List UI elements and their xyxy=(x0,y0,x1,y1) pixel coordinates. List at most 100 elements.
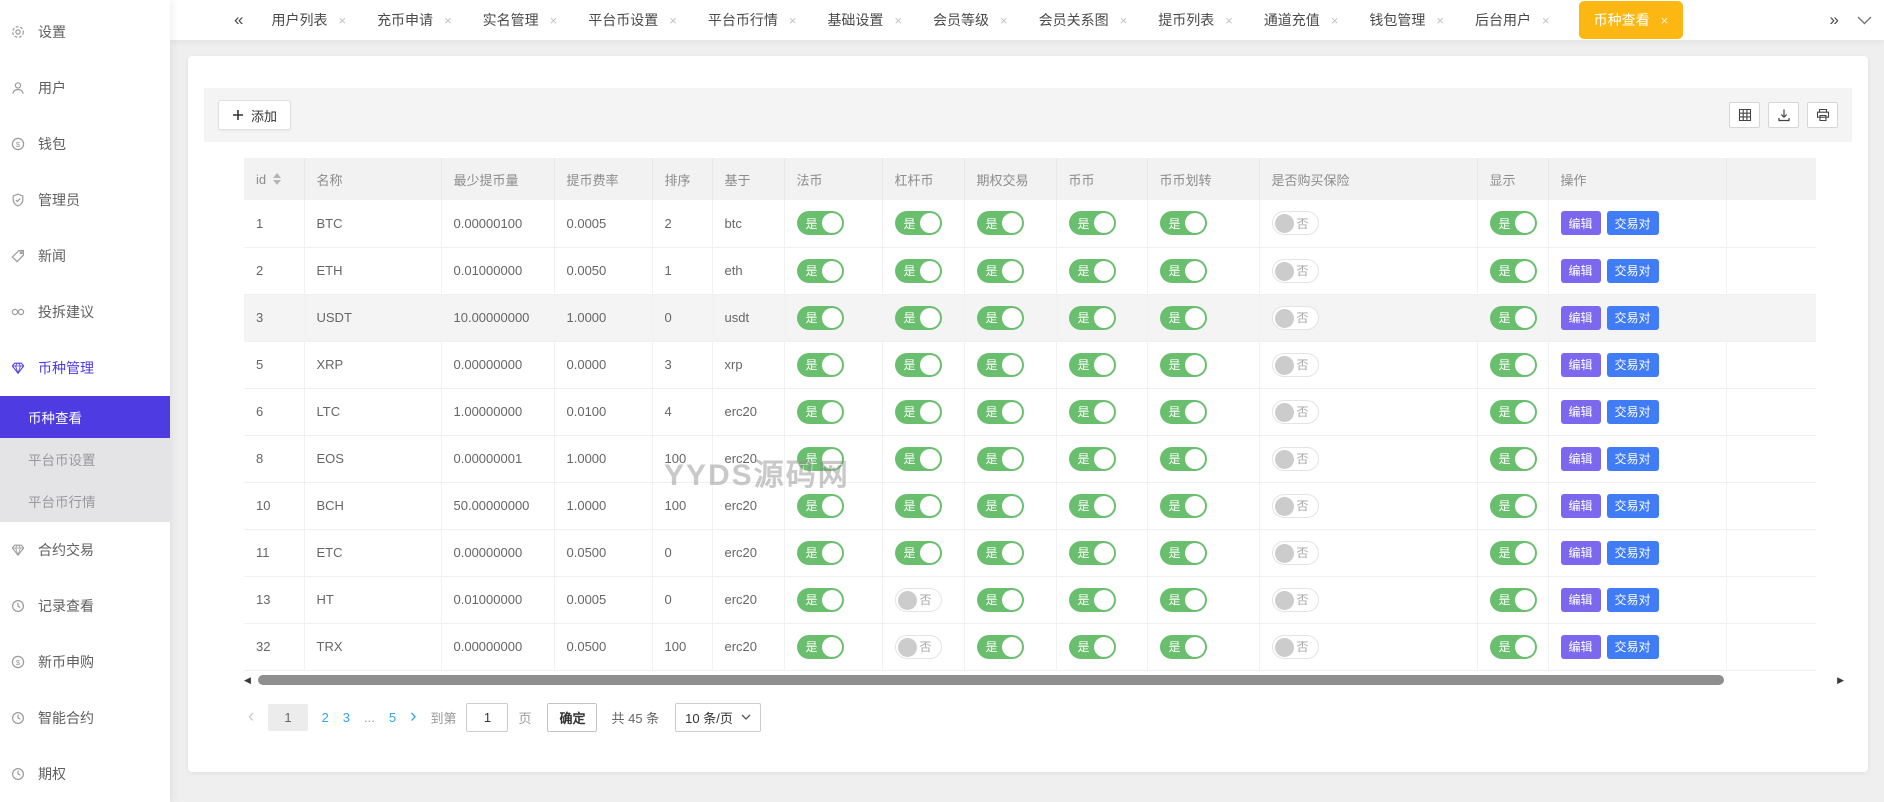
trading-pair-button[interactable]: 交易对 xyxy=(1607,259,1659,283)
toggle-on[interactable]: 是 xyxy=(1160,447,1207,471)
tabs-scroll-left-icon[interactable]: « xyxy=(234,10,243,30)
toggle-on[interactable]: 是 xyxy=(895,400,942,424)
tab-close-icon[interactable]: × xyxy=(1542,13,1550,28)
toggle-off[interactable]: 否 xyxy=(1272,211,1319,235)
page-number[interactable]: 1 xyxy=(268,704,307,731)
confirm-button[interactable]: 确定 xyxy=(547,703,597,732)
edit-button[interactable]: 编辑 xyxy=(1561,211,1601,235)
tab-close-icon[interactable]: × xyxy=(1436,13,1444,28)
toggle-on[interactable]: 是 xyxy=(797,400,844,424)
toggle-off[interactable]: 否 xyxy=(895,635,942,659)
toggle-on[interactable]: 是 xyxy=(977,400,1024,424)
print-button[interactable] xyxy=(1807,102,1838,128)
sidebar-item[interactable]: 管理员 xyxy=(0,172,170,228)
tab[interactable]: 用户列表× xyxy=(269,0,348,40)
toggle-on[interactable]: 是 xyxy=(895,353,942,377)
tab[interactable]: 实名管理× xyxy=(481,0,560,40)
add-button[interactable]: 添加 xyxy=(218,100,291,130)
toggle-on[interactable]: 是 xyxy=(977,588,1024,612)
toggle-on[interactable]: 是 xyxy=(977,259,1024,283)
toggle-on[interactable]: 是 xyxy=(1069,400,1116,424)
toggle-on[interactable]: 是 xyxy=(797,588,844,612)
toggle-on[interactable]: 是 xyxy=(1160,353,1207,377)
toggle-off[interactable]: 否 xyxy=(1272,400,1319,424)
tab[interactable]: 充币申请× xyxy=(375,0,454,40)
toggle-on[interactable]: 是 xyxy=(1490,541,1537,565)
sidebar-item[interactable]: 记录查看 xyxy=(0,578,170,634)
tab-close-icon[interactable]: × xyxy=(1331,13,1339,28)
sidebar-subitem[interactable]: 平台币设置 xyxy=(0,438,170,480)
tab[interactable]: 提币列表× xyxy=(1156,0,1235,40)
toggle-on[interactable]: 是 xyxy=(977,447,1024,471)
tab[interactable]: 基础设置× xyxy=(825,0,904,40)
sidebar-item[interactable]: 投拆建议 xyxy=(0,284,170,340)
toggle-on[interactable]: 是 xyxy=(1160,211,1207,235)
sidebar-subitem[interactable]: 平台币行情 xyxy=(0,480,170,522)
toggle-off[interactable]: 否 xyxy=(895,588,942,612)
toggle-on[interactable]: 是 xyxy=(797,211,844,235)
trading-pair-button[interactable]: 交易对 xyxy=(1607,588,1659,612)
sidebar-item[interactable]: 智能合约 xyxy=(0,690,170,746)
tab-close-icon[interactable]: × xyxy=(338,13,346,28)
toggle-on[interactable]: 是 xyxy=(1069,259,1116,283)
tab[interactable]: 通道充值× xyxy=(1262,0,1341,40)
toggle-on[interactable]: 是 xyxy=(1069,306,1116,330)
tab-close-icon[interactable]: × xyxy=(444,13,452,28)
toggle-off[interactable]: 否 xyxy=(1272,494,1319,518)
trading-pair-button[interactable]: 交易对 xyxy=(1607,494,1659,518)
toggle-on[interactable]: 是 xyxy=(895,541,942,565)
edit-button[interactable]: 编辑 xyxy=(1561,306,1601,330)
goto-page-input[interactable] xyxy=(466,703,508,732)
sidebar-item[interactable]: 期权 xyxy=(0,746,170,802)
toggle-on[interactable]: 是 xyxy=(1490,353,1537,377)
toggle-on[interactable]: 是 xyxy=(977,211,1024,235)
tab-close-icon[interactable]: × xyxy=(550,13,558,28)
sidebar-item[interactable]: 币种管理 xyxy=(0,340,170,396)
page-number[interactable]: 2 xyxy=(322,710,329,725)
toggle-on[interactable]: 是 xyxy=(797,494,844,518)
toggle-on[interactable]: 是 xyxy=(1160,306,1207,330)
tab-close-icon[interactable]: × xyxy=(1661,13,1669,28)
toggle-on[interactable]: 是 xyxy=(895,494,942,518)
toggle-off[interactable]: 否 xyxy=(1272,588,1319,612)
toggle-on[interactable]: 是 xyxy=(977,541,1024,565)
toggle-on[interactable]: 是 xyxy=(977,494,1024,518)
tab[interactable]: 平台币设置× xyxy=(586,0,679,40)
scrollbar-thumb[interactable] xyxy=(258,675,1724,685)
toggle-on[interactable]: 是 xyxy=(1160,400,1207,424)
toggle-off[interactable]: 否 xyxy=(1272,306,1319,330)
scroll-left-arrow-icon[interactable]: ◀ xyxy=(244,676,251,685)
toggle-on[interactable]: 是 xyxy=(797,635,844,659)
toggle-on[interactable]: 是 xyxy=(977,635,1024,659)
toggle-off[interactable]: 否 xyxy=(1272,541,1319,565)
toggle-on[interactable]: 是 xyxy=(1490,588,1537,612)
sidebar-subitem[interactable]: 币种查看 xyxy=(0,396,170,438)
toggle-on[interactable]: 是 xyxy=(895,306,942,330)
toggle-on[interactable]: 是 xyxy=(1069,447,1116,471)
toggle-on[interactable]: 是 xyxy=(1160,259,1207,283)
tab[interactable]: 后台用户× xyxy=(1473,0,1552,40)
tab[interactable]: 会员关系图× xyxy=(1037,0,1130,40)
page-next-button[interactable]: › xyxy=(410,706,416,728)
tab-close-icon[interactable]: × xyxy=(894,13,902,28)
trading-pair-button[interactable]: 交易对 xyxy=(1607,400,1659,424)
tab-close-icon[interactable]: × xyxy=(789,13,797,28)
toggle-on[interactable]: 是 xyxy=(895,447,942,471)
toggle-on[interactable]: 是 xyxy=(895,259,942,283)
toggle-on[interactable]: 是 xyxy=(1069,494,1116,518)
export-button[interactable] xyxy=(1768,102,1799,128)
toggle-on[interactable]: 是 xyxy=(895,211,942,235)
toggle-on[interactable]: 是 xyxy=(1490,494,1537,518)
edit-button[interactable]: 编辑 xyxy=(1561,447,1601,471)
toggle-on[interactable]: 是 xyxy=(1069,211,1116,235)
toggle-on[interactable]: 是 xyxy=(1069,588,1116,612)
tabs-scroll-right-icon[interactable]: » xyxy=(1830,10,1839,30)
trading-pair-button[interactable]: 交易对 xyxy=(1607,306,1659,330)
toggle-off[interactable]: 否 xyxy=(1272,447,1319,471)
toggle-on[interactable]: 是 xyxy=(797,259,844,283)
page-number[interactable]: 3 xyxy=(343,710,350,725)
toggle-on[interactable]: 是 xyxy=(1490,306,1537,330)
edit-button[interactable]: 编辑 xyxy=(1561,259,1601,283)
toggle-on[interactable]: 是 xyxy=(797,353,844,377)
trading-pair-button[interactable]: 交易对 xyxy=(1607,447,1659,471)
